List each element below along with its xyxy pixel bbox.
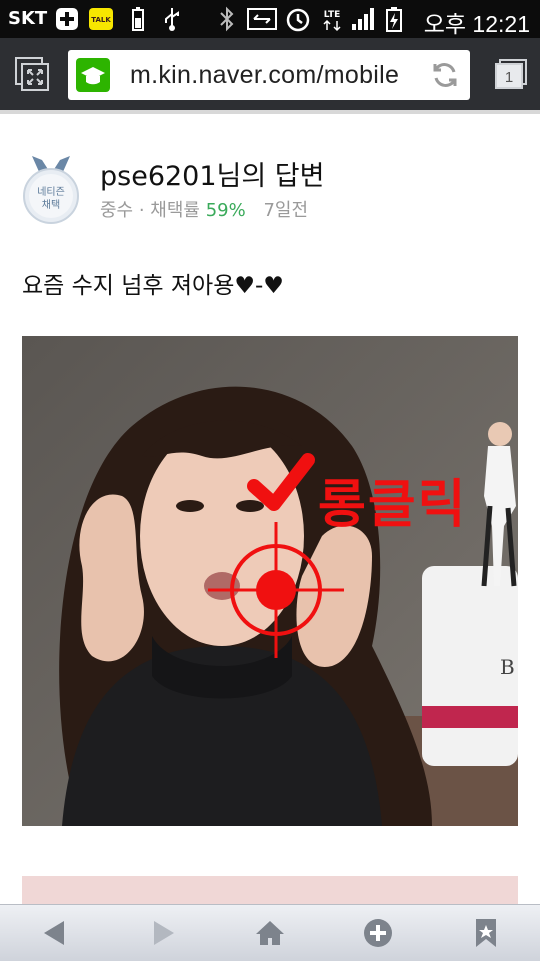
svg-text:네티즌: 네티즌 bbox=[37, 186, 65, 198]
answer-text: 요즘 수지 넘후 져아용♥-♥ bbox=[22, 273, 284, 299]
tabs-button[interactable]: 1 bbox=[494, 58, 528, 90]
answer-photo-2[interactable] bbox=[22, 876, 518, 906]
exit-fullscreen-icon[interactable] bbox=[14, 56, 50, 92]
answer-photo[interactable]: B bbox=[22, 336, 518, 826]
usb-icon bbox=[165, 8, 179, 31]
reload-icon[interactable] bbox=[430, 60, 460, 90]
add-icon[interactable] bbox=[362, 917, 394, 949]
carrier-label: SKT bbox=[8, 8, 48, 29]
back-icon[interactable] bbox=[38, 917, 70, 949]
plus-box-icon bbox=[56, 8, 78, 30]
bluetooth-icon bbox=[220, 6, 234, 32]
toolbar-divider bbox=[0, 110, 540, 114]
forward-icon[interactable] bbox=[148, 917, 180, 949]
screen-share-icon bbox=[247, 8, 277, 30]
tab-count: 1 bbox=[505, 69, 513, 86]
author-rank: 중수 · 채택률 bbox=[100, 200, 200, 221]
bookmark-icon[interactable] bbox=[470, 917, 502, 949]
clock: 오후 12:21 bbox=[423, 11, 530, 37]
status-bar: SKT TALK LTE 오후 12:21 bbox=[0, 0, 540, 38]
svg-text:채택: 채택 bbox=[42, 199, 60, 211]
answer-meta: 중수 · 채택률 59% 7일전 bbox=[100, 196, 308, 222]
lte-icon: LTE bbox=[323, 10, 341, 32]
svg-text:TALK: TALK bbox=[91, 16, 111, 24]
svg-text:LTE: LTE bbox=[324, 10, 341, 20]
battery-charging-icon bbox=[386, 7, 402, 32]
tabs-icon: 1 bbox=[495, 59, 527, 89]
browser-bottom-bar bbox=[0, 904, 540, 961]
long-click-label: 롱클릭 bbox=[318, 475, 468, 535]
home-icon[interactable] bbox=[254, 917, 286, 949]
battery-small-icon bbox=[132, 7, 144, 31]
signal-icon bbox=[352, 8, 374, 30]
site-icon bbox=[76, 58, 110, 92]
browser-toolbar: m.kin.naver.com/mobile 1 bbox=[0, 38, 540, 110]
answer-age: 7일전 bbox=[263, 200, 309, 221]
netizen-badge: 네티즌 채택 bbox=[22, 154, 80, 224]
url-text: m.kin.naver.com/mobile bbox=[130, 61, 400, 89]
alarm-icon bbox=[286, 8, 310, 32]
address-bar[interactable]: m.kin.naver.com/mobile bbox=[68, 50, 470, 100]
talk-icon: TALK bbox=[89, 8, 113, 30]
svg-text:B: B bbox=[500, 655, 515, 679]
adoption-rate: 59% bbox=[205, 200, 246, 221]
answer-author[interactable]: pse6201님의 답변 bbox=[100, 154, 324, 193]
